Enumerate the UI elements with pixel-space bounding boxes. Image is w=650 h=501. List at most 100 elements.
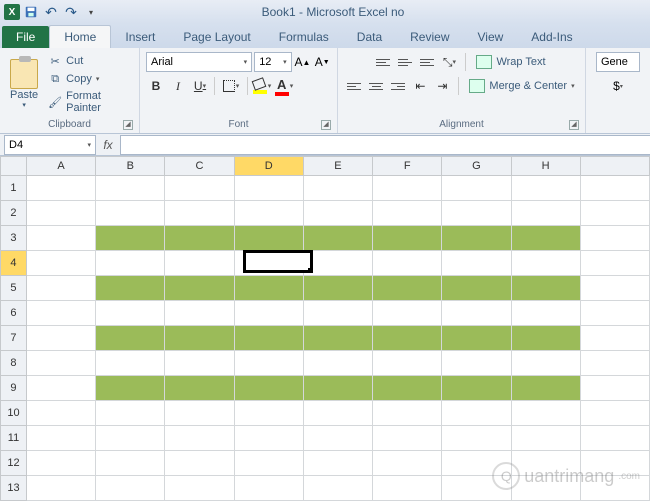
cell-C9[interactable] [165, 376, 234, 401]
cell-E2[interactable] [304, 201, 373, 226]
undo-button[interactable]: ↶ [42, 3, 60, 21]
cell-H8[interactable] [512, 351, 581, 376]
cell-A3[interactable] [27, 226, 96, 251]
cell-C10[interactable] [165, 401, 234, 426]
column-header-E[interactable]: E [304, 156, 373, 176]
cell-D10[interactable] [235, 401, 304, 426]
cell-G6[interactable] [442, 301, 511, 326]
row-header-9[interactable]: 9 [0, 376, 27, 401]
cell-H1[interactable] [512, 176, 581, 201]
cell-C8[interactable] [165, 351, 234, 376]
tab-add-ins[interactable]: Add-Ins [517, 26, 586, 48]
paste-button[interactable]: Paste ▾ [4, 57, 44, 111]
cell-F4[interactable] [373, 251, 442, 276]
cell-E8[interactable] [304, 351, 373, 376]
cell-G1[interactable] [442, 176, 511, 201]
cell-D13[interactable] [235, 476, 304, 501]
cell-A11[interactable] [27, 426, 96, 451]
cell-C4[interactable] [165, 251, 234, 276]
cell-H3[interactable] [512, 226, 581, 251]
cell-5[interactable] [581, 276, 650, 301]
name-box[interactable]: D4▾ [4, 135, 96, 155]
font-size-select[interactable]: 12▾ [254, 52, 291, 72]
redo-button[interactable]: ↷ [62, 3, 80, 21]
cell-E13[interactable] [304, 476, 373, 501]
column-header-G[interactable]: G [442, 156, 511, 176]
save-button[interactable] [22, 3, 40, 21]
cell-A13[interactable] [27, 476, 96, 501]
cell-D11[interactable] [235, 426, 304, 451]
cell-G3[interactable] [442, 226, 511, 251]
cell-B12[interactable] [96, 451, 165, 476]
cell-G9[interactable] [442, 376, 511, 401]
cell-G7[interactable] [442, 326, 511, 351]
column-header-B[interactable]: B [96, 156, 165, 176]
cell-B4[interactable] [96, 251, 165, 276]
cell-E3[interactable] [304, 226, 373, 251]
cell-D3[interactable] [235, 226, 304, 251]
formula-bar[interactable] [120, 135, 650, 155]
cell-C5[interactable] [165, 276, 234, 301]
cell-D9[interactable] [235, 376, 304, 401]
cell-A10[interactable] [27, 401, 96, 426]
spreadsheet-grid[interactable]: ABCDEFGH12345678910111213 [0, 156, 650, 501]
cell-G8[interactable] [442, 351, 511, 376]
tab-file[interactable]: File [2, 26, 49, 48]
cell-6[interactable] [581, 301, 650, 326]
cell-A8[interactable] [27, 351, 96, 376]
cell-A7[interactable] [27, 326, 96, 351]
cell-B8[interactable] [96, 351, 165, 376]
cell-B3[interactable] [96, 226, 165, 251]
merge-center-button[interactable]: Merge & Center▾ [465, 78, 578, 94]
column-header-C[interactable]: C [165, 156, 234, 176]
row-header-2[interactable]: 2 [0, 201, 27, 226]
cell-F7[interactable] [373, 326, 442, 351]
cell-A2[interactable] [27, 201, 96, 226]
cell-4[interactable] [581, 251, 650, 276]
cell-G2[interactable] [442, 201, 511, 226]
row-header-8[interactable]: 8 [0, 351, 27, 376]
cell-F8[interactable] [373, 351, 442, 376]
cell-A6[interactable] [27, 301, 96, 326]
cell-A5[interactable] [27, 276, 96, 301]
row-header-7[interactable]: 7 [0, 326, 27, 351]
cell-G10[interactable] [442, 401, 511, 426]
align-center-button[interactable] [366, 77, 386, 95]
cell-F2[interactable] [373, 201, 442, 226]
cell-E11[interactable] [304, 426, 373, 451]
cell-A12[interactable] [27, 451, 96, 476]
alignment-launcher[interactable]: ◢ [569, 120, 579, 130]
cell-H5[interactable] [512, 276, 581, 301]
column-header-F[interactable]: F [373, 156, 442, 176]
cell-C2[interactable] [165, 201, 234, 226]
cell-F12[interactable] [373, 451, 442, 476]
row-header-4[interactable]: 4 [0, 251, 27, 276]
cell-C11[interactable] [165, 426, 234, 451]
cell-B1[interactable] [96, 176, 165, 201]
excel-icon[interactable]: X [4, 4, 20, 20]
cell-E10[interactable] [304, 401, 373, 426]
cell-E9[interactable] [304, 376, 373, 401]
cell-B5[interactable] [96, 276, 165, 301]
fx-icon[interactable]: fx [96, 138, 120, 152]
cell-H10[interactable] [512, 401, 581, 426]
cell-7[interactable] [581, 326, 650, 351]
tab-view[interactable]: View [464, 26, 518, 48]
column-header-H[interactable]: H [512, 156, 581, 176]
cell-F6[interactable] [373, 301, 442, 326]
cell-8[interactable] [581, 351, 650, 376]
font-color-button[interactable]: A▾ [274, 76, 294, 96]
align-bottom-button[interactable] [417, 53, 437, 71]
cell-C13[interactable] [165, 476, 234, 501]
cell-A9[interactable] [27, 376, 96, 401]
cell-B10[interactable] [96, 401, 165, 426]
border-button[interactable]: ▾ [219, 76, 243, 96]
cell-A1[interactable] [27, 176, 96, 201]
row-header-1[interactable]: 1 [0, 176, 27, 201]
tab-page-layout[interactable]: Page Layout [169, 26, 264, 48]
cell-G5[interactable] [442, 276, 511, 301]
cell-1[interactable] [581, 176, 650, 201]
align-middle-button[interactable] [395, 53, 415, 71]
cell-D7[interactable] [235, 326, 304, 351]
cell-E7[interactable] [304, 326, 373, 351]
